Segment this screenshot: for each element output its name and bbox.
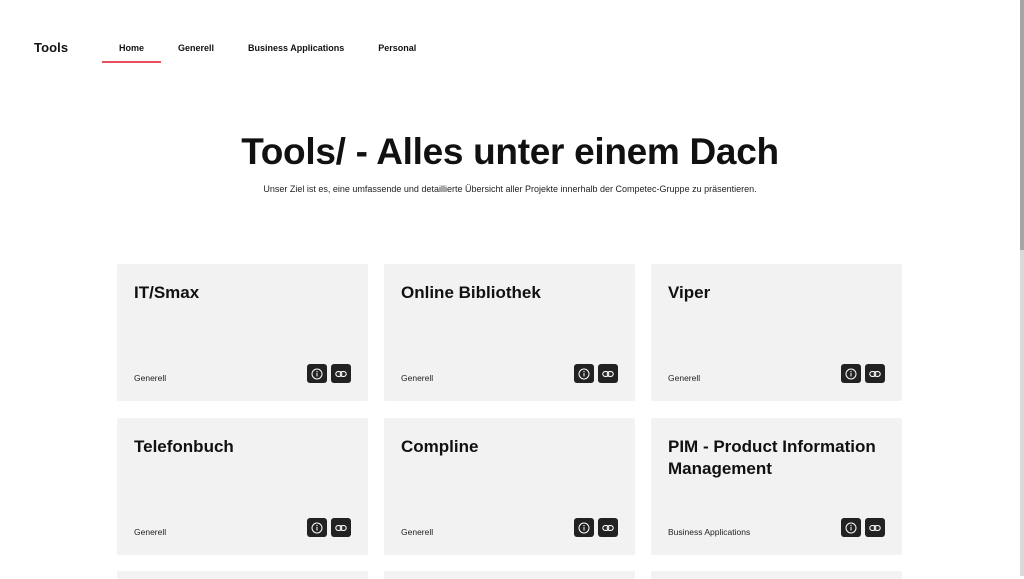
info-icon	[845, 368, 857, 379]
card-category: Business Applications	[668, 527, 751, 537]
card-title: Telefonbuch	[134, 437, 234, 456]
link-icon	[335, 370, 347, 377]
info-icon	[311, 522, 323, 533]
card-actions	[841, 518, 885, 537]
tool-card-partial[interactable]	[384, 571, 635, 579]
card-title: Viper	[668, 283, 711, 302]
link-icon	[602, 524, 614, 531]
card-actions	[841, 364, 885, 383]
brand-logo-text[interactable]: Tools	[34, 40, 68, 55]
tool-card-partial[interactable]	[651, 571, 902, 579]
info-button[interactable]	[574, 518, 594, 537]
card-actions	[307, 518, 351, 537]
main-nav: Home Generell Business Applications Pers…	[102, 34, 433, 63]
card-title: PIM - Product Information Management	[668, 437, 876, 478]
link-button[interactable]	[598, 518, 618, 537]
link-icon	[869, 524, 881, 531]
info-icon	[311, 368, 323, 379]
info-button[interactable]	[841, 364, 861, 383]
tool-card-viper[interactable]: Viper Generell	[651, 264, 902, 401]
page-scrollbar[interactable]	[1020, 0, 1024, 576]
card-category: Generell	[134, 373, 167, 383]
nav-tab-home[interactable]: Home	[102, 34, 162, 63]
card-actions	[574, 518, 618, 537]
info-button[interactable]	[841, 518, 861, 537]
page-subtitle: Unser Ziel ist es, eine umfassende und d…	[263, 184, 757, 194]
card-category: Generell	[401, 527, 434, 537]
nav-tab-personal[interactable]: Personal	[361, 34, 433, 62]
page-title: Tools/ - Alles unter einem Dach	[241, 131, 779, 172]
top-header: Tools Home Generell Business Application…	[0, 0, 1020, 70]
link-button[interactable]	[598, 364, 618, 383]
nav-tab-business-applications[interactable]: Business Applications	[231, 34, 361, 62]
card-category: Generell	[134, 527, 167, 537]
info-button[interactable]	[574, 364, 594, 383]
tool-card-pim[interactable]: PIM - Product Information Management Bus…	[651, 418, 902, 555]
scrollbar-thumb[interactable]	[1020, 0, 1024, 250]
tool-card-it-smax[interactable]: IT/Smax Generell	[117, 264, 368, 401]
tools-grid: IT/Smax Generell Online Bibliothek Gener…	[117, 264, 902, 555]
card-category: Generell	[401, 373, 434, 383]
card-title: IT/Smax	[134, 283, 200, 302]
info-button[interactable]	[307, 364, 327, 383]
info-icon	[578, 368, 590, 379]
link-button[interactable]	[865, 364, 885, 383]
tool-card-partial[interactable]	[117, 571, 368, 579]
tool-card-online-bibliothek[interactable]: Online Bibliothek Generell	[384, 264, 635, 401]
info-icon	[845, 522, 857, 533]
info-button[interactable]	[307, 518, 327, 537]
info-icon	[578, 522, 590, 533]
nav-tab-generell[interactable]: Generell	[161, 34, 231, 62]
link-button[interactable]	[865, 518, 885, 537]
link-button[interactable]	[331, 364, 351, 383]
card-title: Compline	[401, 437, 479, 456]
link-icon	[335, 524, 347, 531]
tool-card-telefonbuch[interactable]: Telefonbuch Generell	[117, 418, 368, 555]
link-icon	[869, 370, 881, 377]
link-icon	[602, 370, 614, 377]
tool-card-compline[interactable]: Compline Generell	[384, 418, 635, 555]
card-actions	[307, 364, 351, 383]
card-category: Generell	[668, 373, 701, 383]
card-title: Online Bibliothek	[401, 283, 541, 302]
link-button[interactable]	[331, 518, 351, 537]
card-actions	[574, 364, 618, 383]
